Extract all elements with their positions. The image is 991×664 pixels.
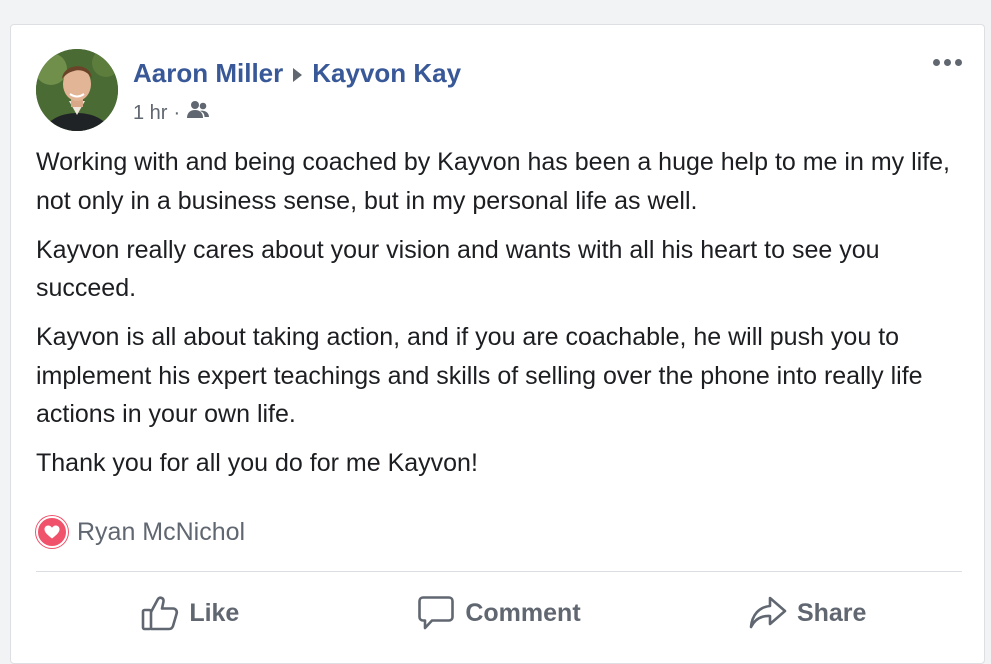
author-name[interactable]: Aaron Miller	[133, 58, 283, 88]
post-paragraph: Working with and being coached by Kayvon…	[36, 148, 950, 215]
share-label: Share	[796, 598, 867, 627]
share-arrow-icon	[749, 596, 787, 629]
more-options-icon[interactable]	[929, 55, 966, 70]
post-paragraph: Kayvon really cares about your vision an…	[36, 235, 880, 303]
actions-divider	[36, 571, 962, 572]
more-dot	[933, 59, 940, 66]
friends-icon[interactable]	[184, 100, 210, 126]
post-body: Working with and being coached by Kayvon…	[36, 143, 971, 493]
post-header-names: Aaron Miller Kayvon Kay	[133, 57, 461, 89]
target-name[interactable]: Kayvon Kay	[312, 58, 461, 88]
share-button[interactable]: Share	[653, 585, 962, 641]
more-dot	[944, 59, 951, 66]
reactions-summary[interactable]: Ryan McNichol	[36, 516, 245, 548]
heart-icon	[36, 516, 68, 548]
post-card: Aaron Miller Kayvon Kay 1 hr · Working wi…	[10, 24, 985, 664]
comment-label: Comment	[465, 598, 581, 627]
thumbs-up-icon	[142, 596, 179, 631]
meta-separator: ·	[173, 102, 181, 124]
comment-button[interactable]: Comment	[345, 585, 654, 641]
reaction-names[interactable]: Ryan McNichol	[77, 518, 245, 547]
post-actions: Like Comment Share	[36, 585, 962, 641]
post-paragraph: Kayvon is all about taking action, and i…	[36, 323, 923, 428]
more-dot	[955, 59, 962, 66]
like-label: Like	[189, 598, 240, 627]
comment-bubble-icon	[418, 596, 455, 630]
author-avatar[interactable]	[36, 49, 118, 131]
posted-to-arrow-icon	[293, 67, 303, 82]
like-button[interactable]: Like	[36, 585, 345, 641]
post-timestamp[interactable]: 1 hr	[133, 101, 167, 125]
post-meta: 1 hr ·	[133, 100, 210, 126]
post-paragraph: Thank you for all you do for me Kayvon!	[36, 449, 478, 477]
